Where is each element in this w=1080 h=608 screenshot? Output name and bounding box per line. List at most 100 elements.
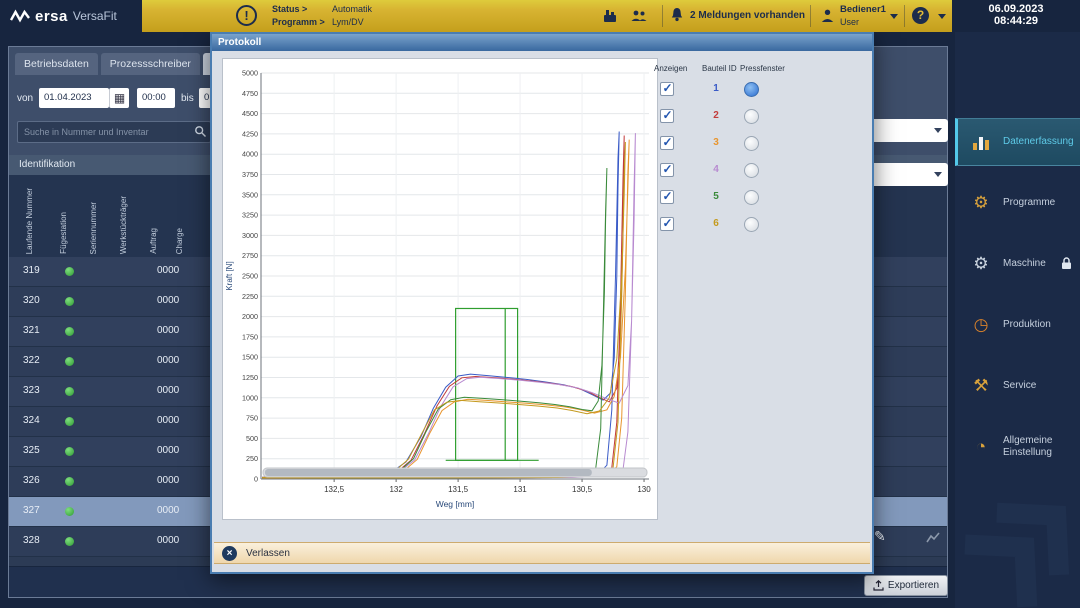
pressfenster-radio[interactable] [744, 136, 759, 151]
legend-row: 3 [652, 132, 872, 159]
divider [662, 5, 663, 27]
row-serial: 0000 [157, 295, 179, 306]
von-time-field[interactable]: 00:00 [137, 88, 175, 108]
column-header: Auftrag [149, 228, 158, 254]
y-tick-label: 750 [246, 414, 258, 423]
chart-bars-icon [967, 134, 995, 150]
sidebar-item-allgemeine-einstellung[interactable]: ◔Allgemeine Einstellung [955, 423, 1080, 471]
legend-row: 1 [652, 78, 872, 105]
anzeigen-checkbox[interactable] [660, 82, 674, 96]
row-serial: 0000 [157, 445, 179, 456]
sidebar-item-produktion[interactable]: ◷Produktion [955, 301, 1080, 349]
chart-scrollbar-thumb[interactable] [265, 469, 592, 476]
row-serial: 0000 [157, 535, 179, 546]
y-axis-title: Kraft [N] [225, 261, 234, 290]
bell-icon[interactable] [670, 7, 684, 28]
pressfenster-radio[interactable] [744, 190, 759, 205]
legend-row: 2 [652, 105, 872, 132]
y-tick-label: 4000 [242, 150, 258, 159]
y-tick-label: 4250 [242, 129, 258, 138]
pressfenster-radio[interactable] [744, 217, 759, 232]
bis-label: bis [181, 93, 194, 104]
user-menu[interactable]: Bediener1 User [840, 3, 886, 28]
anzeigen-checkbox[interactable] [660, 136, 674, 150]
sidebar-item-programme[interactable]: ⚙Programme [955, 179, 1080, 227]
series-line-2 [262, 136, 624, 479]
dropdown-field[interactable] [862, 163, 948, 186]
status-ok-dot-icon [65, 477, 74, 486]
tab-betriebsdaten[interactable]: Betriebsdaten [15, 53, 98, 75]
top-bar-status-area: ! Status >Automatik Programm >Lym/DV 2 M… [142, 0, 952, 32]
y-tick-label: 2000 [242, 312, 258, 321]
y-tick-label: 0 [254, 475, 258, 484]
series-line-3 [262, 140, 629, 478]
status-ok-dot-icon [65, 357, 74, 366]
anzeigen-checkbox[interactable] [660, 190, 674, 204]
edit-pencil-icon[interactable]: ✎ [874, 528, 886, 545]
press-window-rect [456, 308, 518, 460]
anzeigen-checkbox[interactable] [660, 163, 674, 177]
von-label: von [17, 93, 33, 104]
calendar-icon[interactable]: ▦ [109, 88, 129, 108]
gauge-icon: ◔ [967, 437, 995, 457]
anzeigen-checkbox[interactable] [660, 109, 674, 123]
status-ok-dot-icon [65, 417, 74, 426]
brand-area: ersa VersaFit [0, 0, 142, 32]
ersa-logo-icon [10, 8, 30, 24]
machine-icon [602, 8, 618, 29]
export-icon [873, 580, 884, 591]
chart-legend-panel: Anzeigen Bauteil ID Pressfenster 123456 [652, 62, 872, 240]
row-serial: 0000 [157, 505, 179, 516]
protokoll-dialog: Protokoll 025050075010001250150017502000… [210, 32, 874, 574]
bauteil-id-label: 1 [708, 83, 724, 94]
x-tick-label: 130 [637, 485, 651, 494]
export-button[interactable]: Exportieren [864, 575, 948, 596]
status-ok-dot-icon [65, 387, 74, 396]
bauteil-id-header: Bauteil ID [702, 64, 737, 73]
chart-svg: 0250500750100012501500175020002250250027… [223, 59, 655, 517]
chevron-down-icon[interactable] [890, 14, 898, 19]
tools-icon: ⚒ [967, 376, 995, 396]
screen: ersa VersaFit ! Status >Automatik Progra… [0, 0, 1080, 608]
status-ok-dot-icon [65, 537, 74, 546]
verlassen-button[interactable]: × Verlassen [214, 542, 870, 564]
bauteil-id-label: 5 [708, 191, 724, 202]
series-line-1 [262, 132, 619, 479]
y-tick-label: 4750 [242, 89, 258, 98]
dropdown-field[interactable] [862, 119, 948, 142]
y-tick-label: 2500 [242, 272, 258, 281]
von-date-field[interactable]: 01.04.2023 [39, 88, 109, 108]
chevron-down-icon [934, 172, 942, 177]
sidebar-item-datenerfassung[interactable]: Datenerfassung [955, 118, 1080, 166]
status-ok-dot-icon [65, 267, 74, 276]
pressfenster-radio[interactable] [744, 163, 759, 178]
row-serial: 0000 [157, 265, 179, 276]
row-number: 319 [23, 265, 40, 276]
legend-headers: Anzeigen Bauteil ID Pressfenster [652, 62, 872, 78]
tab-prozessschreiber[interactable]: Prozessschreiber [101, 53, 200, 75]
chart-button-icon[interactable] [926, 531, 941, 549]
sidebar-item-service[interactable]: ⚒ Service [955, 362, 1080, 410]
pressfenster-radio[interactable] [744, 82, 759, 97]
sidebar-item-label: Service [1003, 380, 1036, 392]
status-ok-dot-icon [65, 507, 74, 516]
help-button[interactable]: ? [912, 7, 929, 24]
messages-text[interactable]: 2 Meldungen vorhanden [690, 10, 805, 21]
pressfenster-header: Pressfenster [740, 64, 785, 73]
anzeigen-checkbox[interactable] [660, 217, 674, 231]
chevron-down-icon[interactable] [938, 14, 946, 19]
pressfenster-radio[interactable] [744, 109, 759, 124]
status-block: Status >Automatik Programm >Lym/DV [272, 3, 372, 29]
export-button-label: Exportieren [888, 580, 939, 591]
program-label: Programm > [272, 16, 332, 29]
legend-rows: 123456 [652, 78, 872, 240]
search-input[interactable] [17, 121, 211, 143]
divider [904, 5, 905, 27]
column-header: Laufende Nummer [25, 188, 34, 254]
sidebar-item-maschine[interactable]: ⚙Maschine [955, 240, 1080, 288]
row-number: 327 [23, 505, 40, 516]
status-label: Status > [272, 3, 332, 16]
dialog-title-bar[interactable]: Protokoll [212, 34, 872, 51]
row-serial: 0000 [157, 415, 179, 426]
gear-box-icon: ⚙ [967, 193, 995, 213]
